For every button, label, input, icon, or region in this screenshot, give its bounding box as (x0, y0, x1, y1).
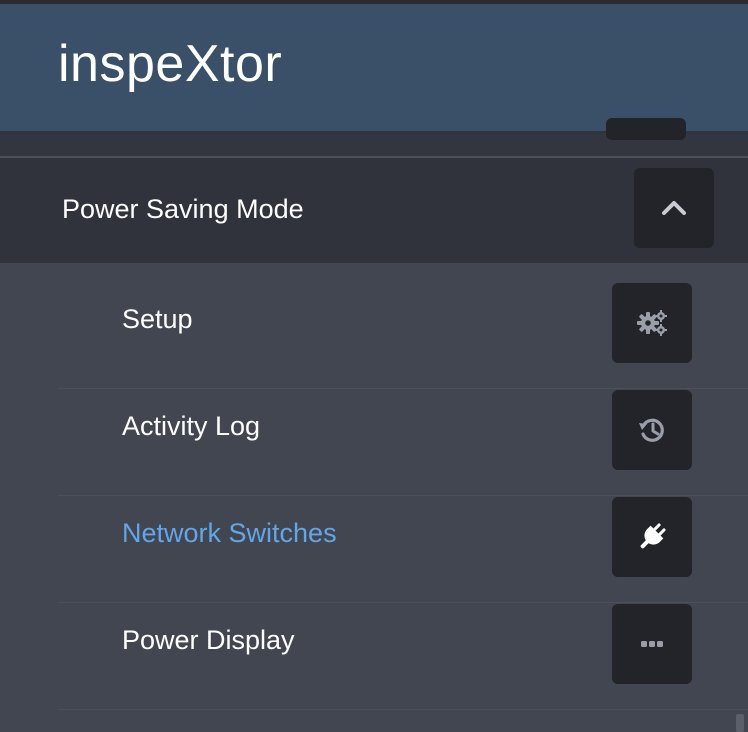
network-switches-button[interactable] (612, 497, 692, 577)
previous-section-toggle-button[interactable] (606, 118, 686, 140)
menu-item-label: Power Display (122, 625, 295, 655)
menu-item-label: Network Switches (122, 518, 337, 548)
plug-icon (635, 520, 669, 554)
app-logo-text: inspeXtor (58, 35, 283, 93)
menu-item-setup[interactable]: Setup (0, 263, 748, 370)
setup-button[interactable] (612, 283, 692, 363)
chevron-up-icon (660, 198, 688, 218)
menu-item-label: Activity Log (122, 411, 261, 441)
menu-divider (58, 709, 748, 710)
menu-item-label: Setup (122, 304, 193, 334)
menu-item-network-switches[interactable]: Network Switches (0, 477, 748, 584)
gears-icon (635, 308, 669, 338)
menu-item-power-display[interactable]: Power Display (0, 584, 748, 691)
scrollbar-thumb[interactable] (736, 714, 744, 732)
activity-log-button[interactable] (612, 390, 692, 470)
section-title: Power Saving Mode (62, 194, 304, 224)
power-saving-mode-section-header[interactable]: Power Saving Mode (0, 158, 748, 263)
collapse-section-button[interactable] (634, 168, 714, 248)
app-header: inspeXtor (0, 4, 748, 133)
power-display-button[interactable] (612, 604, 692, 684)
menu-item-activity-log[interactable]: Activity Log (0, 370, 748, 477)
history-icon (637, 415, 667, 445)
ellipsis-icon (639, 639, 665, 649)
